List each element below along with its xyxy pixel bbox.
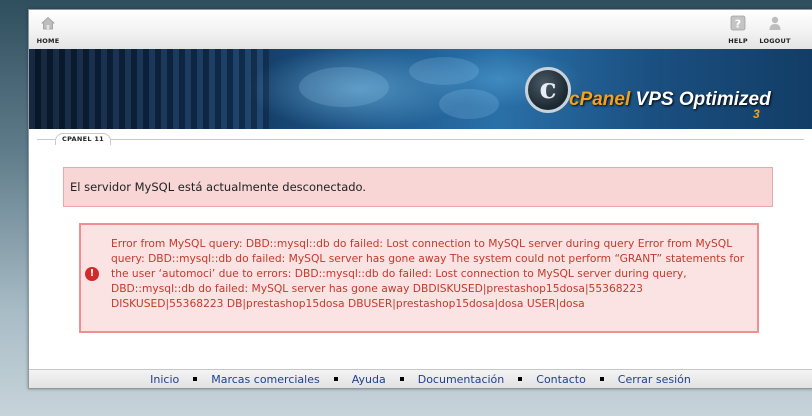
breadcrumb-divider bbox=[37, 139, 804, 140]
help-icon: ? bbox=[730, 15, 746, 31]
logo-brand: cPanel bbox=[569, 89, 631, 110]
user-logout-icon bbox=[769, 16, 781, 30]
banner-map-shape bbox=[409, 57, 479, 85]
help-button[interactable]: ? HELP bbox=[721, 14, 755, 48]
footer-link-marcas-comerciales[interactable]: Marcas comerciales bbox=[211, 373, 319, 386]
breadcrumb-tab: CPANEL 11 bbox=[55, 133, 111, 145]
banner-map-shape bbox=[439, 89, 499, 119]
footer-link-cerrar-sesion[interactable]: Cerrar sesión bbox=[618, 373, 691, 386]
footer-separator bbox=[333, 377, 338, 381]
cpanel-logo-mark: c bbox=[525, 67, 571, 113]
footer-link-documentacion[interactable]: Documentación bbox=[418, 373, 505, 386]
logout-label: LOGOUT bbox=[759, 37, 791, 45]
mysql-offline-notice: El servidor MySQL está actualmente desco… bbox=[63, 167, 773, 207]
footer-separator bbox=[193, 377, 198, 381]
cpanel-window: HOME ? HELP LOGOUT c cPanel VPS Optimize… bbox=[28, 9, 812, 389]
footer-separator bbox=[518, 377, 523, 381]
svg-text:?: ? bbox=[735, 18, 741, 31]
home-button[interactable]: HOME bbox=[31, 14, 65, 48]
home-label: HOME bbox=[36, 37, 60, 45]
logout-button[interactable]: LOGOUT bbox=[758, 14, 792, 48]
footer-link-contacto[interactable]: Contacto bbox=[536, 373, 586, 386]
cpanel-banner: c cPanel VPS Optimized 3 bbox=[29, 49, 812, 129]
home-icon bbox=[40, 16, 56, 30]
banner-map-shape bbox=[299, 67, 389, 107]
footer-link-ayuda[interactable]: Ayuda bbox=[352, 373, 386, 386]
top-nav-bar: HOME ? HELP LOGOUT bbox=[29, 10, 812, 50]
footer-separator bbox=[399, 377, 404, 381]
main-content: El servidor MySQL está actualmente desco… bbox=[33, 149, 808, 377]
footer-nav: Inicio Marcas comerciales Ayuda Documentaci… bbox=[29, 369, 812, 388]
logo-wordmark: cPanel VPS Optimized bbox=[569, 89, 771, 111]
help-label: HELP bbox=[728, 37, 748, 45]
error-icon: ! bbox=[85, 267, 99, 281]
cpanel-vps-logo: c cPanel VPS Optimized 3 bbox=[525, 55, 805, 127]
logo-version-badge: 3 bbox=[753, 107, 760, 121]
error-message-box: ! Error from MySQL query: DBD::mysql::db… bbox=[79, 223, 759, 333]
error-message-text: Error from MySQL query: DBD::mysql::db d… bbox=[111, 237, 745, 310]
logo-product: VPS Optimized bbox=[630, 89, 771, 110]
footer-separator bbox=[599, 377, 604, 381]
breadcrumb: CPANEL 11 bbox=[29, 129, 812, 149]
footer-link-inicio[interactable]: Inicio bbox=[150, 373, 179, 386]
banner-server-rack-image bbox=[29, 49, 269, 129]
